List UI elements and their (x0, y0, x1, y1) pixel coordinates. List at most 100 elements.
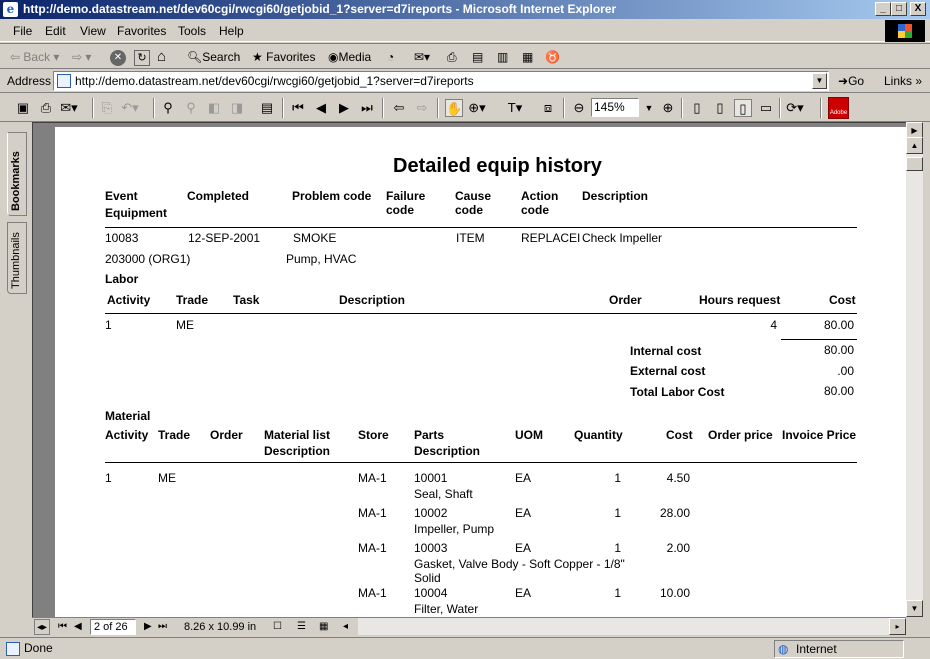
back-button[interactable]: ⇦ Back ▾ (10, 48, 59, 66)
go-back-icon[interactable]: ⇦ (390, 99, 408, 117)
undo-icon[interactable]: ↶▾ (121, 99, 139, 117)
messenger-button[interactable]: ▦ (522, 48, 533, 66)
address-dropdown-button[interactable]: ▼ (812, 73, 827, 89)
minimize-button[interactable]: _ (875, 2, 891, 16)
go-button[interactable]: ➜Go (838, 74, 864, 88)
print-icon[interactable]: ⎙ (37, 99, 55, 117)
zoom-input[interactable]: 145% (591, 98, 639, 117)
tab-bookmarks[interactable]: Bookmarks (7, 132, 27, 216)
fit-width-icon[interactable]: ▯ (734, 99, 752, 117)
search-icon[interactable]: ⚲ (182, 99, 200, 117)
last-page-icon[interactable]: ⏭ (358, 99, 376, 117)
scroll-left-button[interactable]: ◂ (343, 619, 348, 635)
row-part: 10001 (414, 471, 448, 485)
copy-icon[interactable]: ⎘ (98, 99, 116, 117)
zoom-in-icon[interactable]: ⊕ (659, 99, 677, 117)
discuss-button[interactable]: ▥ (497, 48, 508, 66)
labor-header-trade: Trade (176, 293, 209, 307)
document-view[interactable]: Detailed equip history Event Equipment C… (32, 122, 906, 617)
vertical-scrollbar[interactable] (906, 122, 923, 617)
divider (105, 462, 857, 463)
award-button[interactable]: ♉ (545, 48, 560, 66)
rotate-view-icon[interactable]: ⟳▾ (786, 99, 804, 117)
menu-help[interactable]: Help (219, 24, 244, 38)
menu-favorites[interactable]: Favorites (117, 24, 166, 38)
mail-button[interactable]: ✉▾ (414, 48, 430, 66)
pdf-page: Detailed equip history Event Equipment C… (55, 127, 906, 617)
row-part-desc: Impeller, Pump (414, 522, 495, 536)
scroll-up-button[interactable]: ▲ (906, 137, 923, 154)
links-button[interactable]: Links » (884, 74, 922, 88)
snapshot-icon[interactable]: ⧈ (539, 99, 557, 117)
facing-pages-icon[interactable]: ▦ (319, 619, 328, 635)
row-part: 10003 (414, 541, 448, 555)
acrobat-toolbar: ▣ ⎙ ✉▾ ⎘ ↶▾ ⚲ ⚲ ◧ ◨ ▤ ⏮ ◀ ▶ ⏭ ⇦ ⇨ ✋ ⊕▾ T… (0, 94, 930, 122)
material-header-activity: Activity (105, 428, 149, 442)
single-page-icon[interactable]: ☐ (273, 619, 282, 635)
zoom-dropdown-icon[interactable]: ▼ (640, 99, 658, 117)
previous-page-icon[interactable]: ◀ (312, 99, 330, 117)
adobe-logo-icon[interactable]: Adobe (828, 97, 849, 119)
menu-view[interactable]: View (80, 24, 106, 38)
toolbar-separator (563, 98, 565, 118)
menu-edit[interactable]: Edit (45, 24, 66, 38)
panel-toggle-icon[interactable]: ◂▸ (34, 619, 50, 635)
header-cause-code: code (455, 203, 484, 217)
material-header-material-desc: Description (264, 444, 331, 458)
media-button[interactable]: ◉Media (328, 48, 371, 66)
next-highlight-icon[interactable]: ◨ (228, 99, 246, 117)
go-forward-icon[interactable]: ⇨ (413, 99, 431, 117)
scroll-down-button[interactable]: ▼ (906, 600, 923, 617)
fit-visible-icon[interactable]: ▭ (757, 99, 775, 117)
first-page-icon[interactable]: ⏮ (289, 99, 307, 117)
hand-tool-icon[interactable]: ✋ (445, 99, 463, 117)
stop-button[interactable]: ✕ (110, 48, 126, 66)
zoom-out-icon[interactable]: ⊖ (570, 99, 588, 117)
internal-cost-value: 80.00 (823, 343, 854, 357)
navigation-tabs: Bookmarks Thumbnails (0, 122, 32, 617)
close-button[interactable]: X (910, 2, 926, 16)
horizontal-scrollbar[interactable] (358, 617, 906, 635)
print-button[interactable]: ⎙ (447, 48, 457, 66)
home-button[interactable]: ⌂ (157, 48, 166, 66)
continuous-icon[interactable]: ☰ (297, 619, 306, 635)
forward-button[interactable]: ⇨ ▾ (72, 48, 91, 66)
prev-highlight-icon[interactable]: ◧ (205, 99, 223, 117)
show-navigation-pane-icon[interactable]: ▤ (258, 99, 276, 117)
maximize-button[interactable]: □ (891, 2, 907, 16)
refresh-button[interactable]: ↻ (134, 48, 150, 66)
search-button[interactable]: 🔍︎Search (187, 48, 240, 66)
material-trade: ME (158, 471, 176, 485)
page-number-field[interactable]: 2 of 26 (90, 619, 136, 635)
scroll-right-button[interactable]: ▸ (889, 618, 906, 635)
row-qty: 1 (614, 506, 621, 520)
edit-button[interactable]: ▤ (472, 48, 483, 66)
window-title: http://demo.datastream.net/dev60cgi/rwcg… (23, 2, 617, 16)
address-url[interactable]: http://demo.datastream.net/dev60cgi/rwcg… (75, 74, 474, 88)
first-page-button[interactable]: ⏮ (58, 619, 67, 635)
menu-tools[interactable]: Tools (178, 24, 206, 38)
actual-size-icon[interactable]: ▯ (688, 99, 706, 117)
external-cost-label: External cost (630, 364, 706, 378)
save-icon[interactable]: ▣ (14, 99, 32, 117)
header-completed: Completed (187, 189, 250, 203)
scroll-thumb[interactable] (906, 157, 923, 171)
favorites-button[interactable]: ★ Favorites (252, 48, 315, 66)
history-button[interactable]: ◔ (387, 48, 394, 66)
zoom-tool-icon[interactable]: ⊕▾ (468, 99, 486, 117)
status-bar: Done ◍ Internet (0, 637, 930, 659)
row-uom: EA (515, 541, 532, 555)
email-icon[interactable]: ✉▾ (60, 99, 78, 117)
last-page-button[interactable]: ⏭ (158, 619, 167, 635)
next-page-icon[interactable]: ▶ (335, 99, 353, 117)
menu-file[interactable]: File (13, 24, 32, 38)
prev-page-button[interactable]: ◀ (74, 619, 82, 635)
labor-trade: ME (176, 318, 194, 332)
fit-page-icon[interactable]: ▯ (711, 99, 729, 117)
text-select-icon[interactable]: T▾ (506, 99, 524, 117)
next-page-button[interactable]: ▶ (144, 619, 152, 635)
address-input[interactable]: http://demo.datastream.net/dev60cgi/rwcg… (53, 71, 829, 91)
find-icon[interactable]: ⚲ (159, 99, 177, 117)
tab-thumbnails[interactable]: Thumbnails (7, 222, 27, 294)
row-store: MA-1 (358, 586, 387, 600)
